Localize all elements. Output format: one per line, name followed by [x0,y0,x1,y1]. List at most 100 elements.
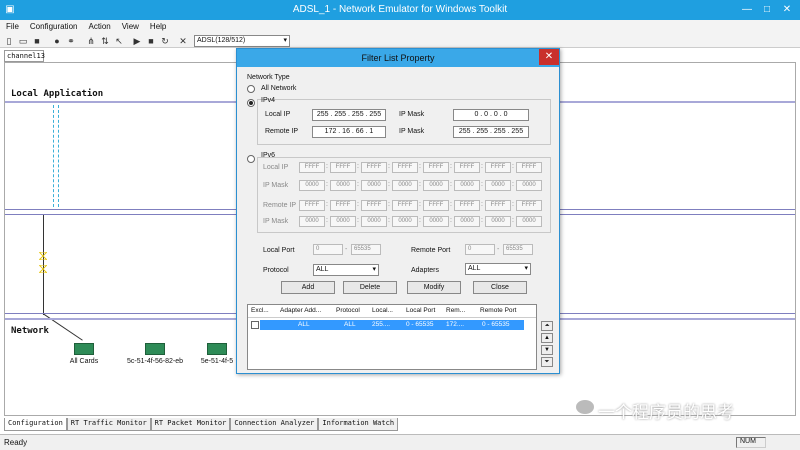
ipv6-segment-field[interactable]: FFFF [392,162,418,173]
new-icon[interactable]: ▯ [4,36,14,46]
ipv6-segment-field[interactable]: FFFF [361,200,387,211]
channel-tab[interactable]: channel13 [4,50,45,62]
tab-rt-traffic-monitor[interactable]: RT Traffic Monitor [66,418,151,431]
remote-mask-field[interactable]: 255 . 255 . 255 . 255 [453,126,529,138]
remote-ip-field[interactable]: 172 . 16 . 66 . 1 [312,126,386,138]
menu-action[interactable]: Action [82,20,115,31]
local-port-from-field[interactable]: 0 [313,244,343,255]
ipv6-segment-field[interactable]: 0000 [330,180,356,191]
ipv6-segment-field[interactable]: 0000 [361,216,387,227]
maximize-icon[interactable]: □ [760,3,774,17]
ipv6-segment-field[interactable]: 0000 [516,216,542,227]
globe-icon[interactable]: ● [52,36,62,46]
save-icon[interactable]: ■ [32,36,42,46]
modify-button[interactable]: Modify [407,281,461,294]
ipv6-radio[interactable] [247,155,255,163]
filter-list[interactable]: Excl... Adapter Add... Protocol Local...… [247,304,537,370]
tab-rt-packet-monitor[interactable]: RT Packet Monitor [150,418,231,431]
table-row[interactable]: ALL ALL 255.... 0 - 65535 172.... 0 - 65… [260,320,524,330]
adapter-node-all[interactable]: All Cards [59,343,109,365]
ipv4-radio[interactable] [247,99,255,107]
local-mask-field[interactable]: 0 . 0 . 0 . 0 [453,109,529,121]
ipv6-segment-field[interactable]: 0000 [516,180,542,191]
ipv6-segment-field[interactable]: FFFF [330,162,356,173]
ipv6-segment-field[interactable]: 0000 [299,216,325,227]
ipv6-segment-field[interactable]: FFFF [516,200,542,211]
minimize-icon[interactable]: — [740,3,754,17]
close-button[interactable]: Close [473,281,527,294]
col-remote-port[interactable]: Remote Port [480,307,517,314]
row-adapter: ALL [298,321,310,328]
ipv6-segment-field[interactable]: 0000 [392,216,418,227]
col-adapter[interactable]: Adapter Add... [280,307,321,314]
ipv6-colon-separator: : [450,163,452,170]
remote-port-to-field[interactable]: 65535 [503,244,533,255]
adapter-node[interactable]: 5e-51-4f-5 [197,343,237,365]
ipv6-segment-field[interactable]: FFFF [485,200,511,211]
remote-port-from-field[interactable]: 0 [465,244,495,255]
adapter-node[interactable]: 5c-51-4f-56-82-eb [117,343,193,365]
ipv6-segment-field[interactable]: FFFF [454,200,480,211]
play-icon[interactable]: ▶ [132,36,142,46]
ipv6-segment-field[interactable]: FFFF [516,162,542,173]
tab-connection-analyzer[interactable]: Connection Analyzer [230,418,319,431]
ipv6-segment-field[interactable]: FFFF [454,162,480,173]
col-local-port[interactable]: Local Port [406,307,435,314]
col-protocol[interactable]: Protocol [336,307,360,314]
ipv6-segment-field[interactable]: 0000 [423,180,449,191]
ipv6-colon-separator: : [419,217,421,224]
ipv6-segment-field[interactable]: FFFF [423,162,449,173]
delete-icon[interactable]: ✕ [178,36,188,46]
exclude-checkbox[interactable] [251,321,259,329]
stop-icon[interactable]: ■ [146,36,156,46]
all-network-radio[interactable] [247,85,255,93]
link-icon[interactable]: ⚭ [66,36,76,46]
remote-mask-label: IP Mask [399,128,425,135]
dialog-close-icon[interactable]: ✕ [539,49,559,65]
menu-configuration[interactable]: Configuration [24,20,83,31]
ipv6-segment-field[interactable]: FFFF [299,200,325,211]
profile-select[interactable]: ADSL(128/512) ▾ [194,35,290,47]
protocol-select[interactable]: ALL ▾ [313,264,379,276]
move-up-icon[interactable]: ▲ [541,333,553,343]
ipv6-segment-field[interactable]: FFFF [392,200,418,211]
menu-file[interactable]: File [0,20,24,31]
ipv6-segment-field[interactable]: 0000 [485,180,511,191]
ipv6-segment-field[interactable]: FFFF [423,200,449,211]
close-icon[interactable]: ✕ [780,3,794,17]
ipv6-segment-field[interactable]: 0000 [485,216,511,227]
ipv6-segment-field[interactable]: 0000 [330,216,356,227]
ipv6-segment-field[interactable]: FFFF [330,200,356,211]
menu-view[interactable]: View [116,20,144,31]
tab-information-watch[interactable]: Information Watch [318,418,399,431]
tab-configuration[interactable]: Configuration [4,418,67,431]
network-icon[interactable]: ⋔ [86,36,96,46]
move-bottom-icon[interactable]: ⏷ [541,357,553,367]
ipv6-segment-field[interactable]: 0000 [361,180,387,191]
add-button[interactable]: Add [281,281,335,294]
local-port-to-field[interactable]: 65535 [351,244,381,255]
local-ip-label: Local IP [265,111,291,118]
ipv6-segment-field[interactable]: FFFF [299,162,325,173]
ipv6-segment-field[interactable]: FFFF [485,162,511,173]
ipv6-segment-field[interactable]: 0000 [454,180,480,191]
ipv6-segment-field[interactable]: 0000 [423,216,449,227]
ipv6-segment-field[interactable]: 0000 [299,180,325,191]
local-ip-field[interactable]: 255 . 255 . 255 . 255 [312,109,386,121]
move-top-icon[interactable]: ⏶ [541,321,553,331]
emulator-link-icon[interactable]: ⧖ ⧖ [37,248,49,275]
move-down-icon[interactable]: ▼ [541,345,553,355]
refresh-icon[interactable]: ↻ [160,36,170,46]
col-local-ip[interactable]: Local... [372,307,393,314]
ipv6-segment-field[interactable]: FFFF [361,162,387,173]
menu-help[interactable]: Help [144,20,171,31]
col-remote-ip[interactable]: Rem... [446,307,465,314]
ipv6-segment-field[interactable]: 0000 [454,216,480,227]
cursor-icon[interactable]: ↖ [114,36,124,46]
flow-icon[interactable]: ⇅ [100,36,110,46]
open-icon[interactable]: ▭ [18,36,28,46]
delete-button[interactable]: Delete [343,281,397,294]
ipv6-segment-field[interactable]: 0000 [392,180,418,191]
adapters-select[interactable]: ALL ▾ [465,263,531,275]
col-exclude[interactable]: Excl... [251,307,269,314]
